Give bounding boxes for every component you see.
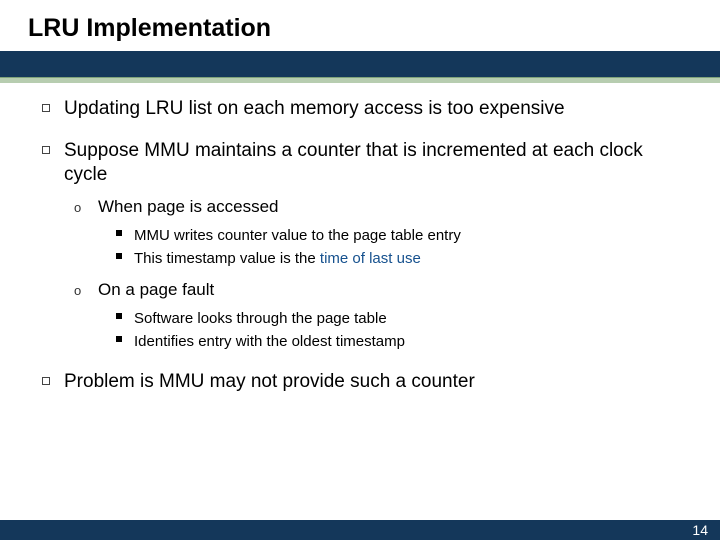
divider [0,51,720,83]
square-dot-icon [116,313,122,319]
sub-bullet-item: o When page is accessed MMU writes count… [74,196,690,269]
subsub-bullet-list: Software looks through the page table Id… [98,308,690,352]
title-area: LRU Implementation [0,0,720,51]
circle-bullet-icon: o [74,282,81,300]
page-number: 14 [692,522,708,538]
subsub-bullet-list: MMU writes counter value to the page tab… [98,225,690,269]
sub-bullet-item: o On a page fault Software looks through… [74,279,690,352]
subsub-bullet-text: MMU writes counter value to the page tab… [134,227,461,244]
subsub-bullet-text: Identifies entry with the oldest timesta… [134,333,405,350]
bullet-text: Problem is MMU may not provide such a co… [64,371,475,392]
sub-bullet-text: On a page fault [98,280,214,299]
divider-dark [0,51,720,77]
bullet-item: Updating LRU list on each memory access … [42,97,690,121]
subsub-bullet-item: Software looks through the page table [116,308,690,329]
subsub-bullet-highlight: time of last use [320,250,421,267]
page-title: LRU Implementation [28,14,692,43]
square-bullet-icon [42,377,50,385]
content-area: Updating LRU list on each memory access … [0,83,720,394]
bullet-item: Suppose MMU maintains a counter that is … [42,139,690,352]
square-bullet-icon [42,146,50,154]
bullet-list: Updating LRU list on each memory access … [42,97,690,394]
square-dot-icon [116,230,122,236]
subsub-bullet-text: Software looks through the page table [134,310,387,327]
sub-bullet-text: When page is accessed [98,197,279,216]
sub-bullet-list: o When page is accessed MMU writes count… [64,196,690,352]
bullet-text: Suppose MMU maintains a counter that is … [64,140,643,185]
subsub-bullet-item: This timestamp value is the time of last… [116,248,690,269]
square-dot-icon [116,336,122,342]
subsub-bullet-item: MMU writes counter value to the page tab… [116,225,690,246]
footer-bar: 14 [0,520,720,540]
subsub-bullet-text-prefix: This timestamp value is the [134,250,320,267]
slide: LRU Implementation Updating LRU list on … [0,0,720,540]
subsub-bullet-item: Identifies entry with the oldest timesta… [116,331,690,352]
circle-bullet-icon: o [74,199,81,217]
bullet-item: Problem is MMU may not provide such a co… [42,370,690,394]
square-bullet-icon [42,104,50,112]
square-dot-icon [116,253,122,259]
bullet-text: Updating LRU list on each memory access … [64,98,565,119]
